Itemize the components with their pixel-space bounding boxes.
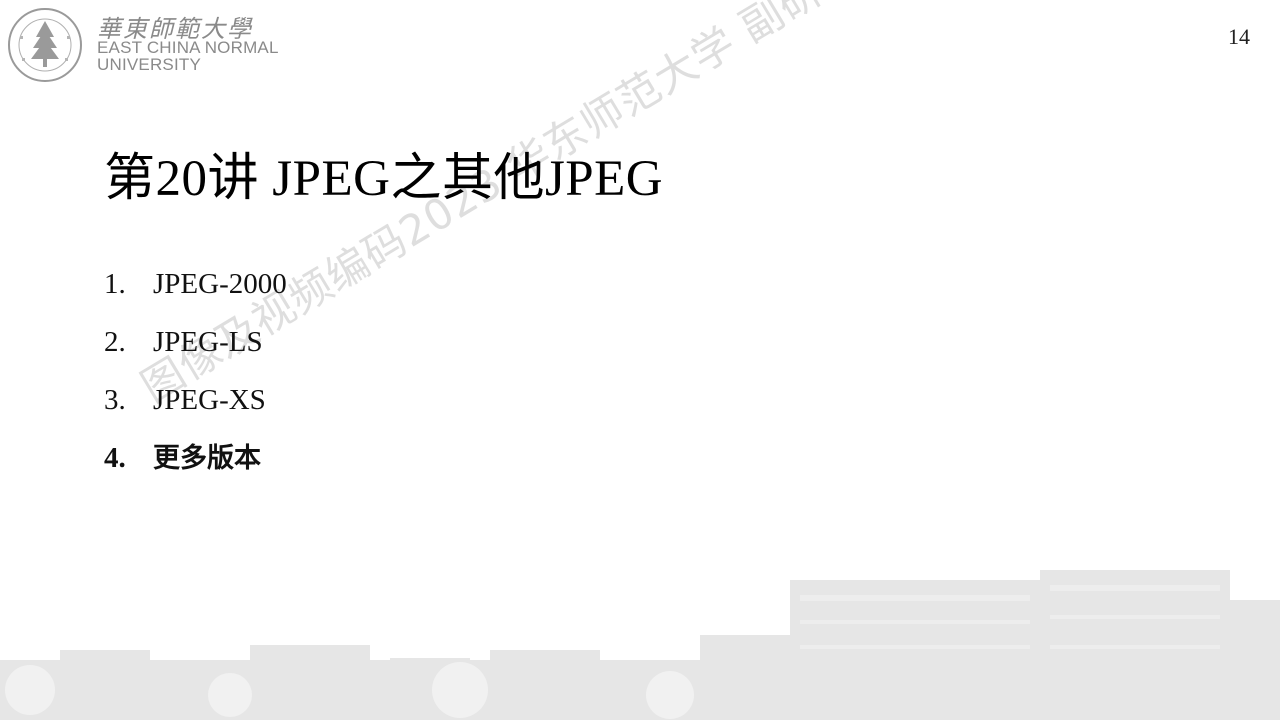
logo-english-line1: EAST CHINA NORMAL — [97, 38, 279, 57]
campus-background-image — [0, 570, 1280, 720]
ecnu-emblem-icon — [8, 8, 82, 82]
slide: 華東師範大學 EAST CHINA NORMAL UNIVERSITY 14 图… — [0, 0, 1280, 720]
toc-item-number: 1. — [104, 268, 126, 300]
logo-english-line2: UNIVERSITY — [97, 55, 202, 74]
toc-item: 3. JPEG-XS — [104, 378, 287, 436]
toc-item-number: 4. — [104, 442, 126, 474]
toc-item: 1. JPEG-2000 — [104, 262, 287, 320]
toc-item-label: JPEG-2000 — [153, 268, 287, 300]
toc-item-label: JPEG-LS — [153, 326, 263, 358]
toc-item-current: 4. 更多版本 — [104, 436, 287, 494]
toc-item-number: 3. — [104, 384, 126, 416]
toc-item-label: 更多版本 — [153, 443, 261, 474]
logo-english-name: EAST CHINA NORMAL UNIVERSITY — [97, 39, 279, 73]
toc-item-number: 2. — [104, 326, 126, 358]
toc-item-label: JPEG-XS — [153, 384, 266, 416]
toc-item: 2. JPEG-LS — [104, 320, 287, 378]
slide-title: 第20讲 JPEG之其他JPEG — [104, 151, 664, 207]
page-number: 14 — [1228, 24, 1250, 49]
toc-list: 1. JPEG-2000 2. JPEG-LS 3. JPEG-XS 4. 更多版本 — [104, 262, 287, 494]
